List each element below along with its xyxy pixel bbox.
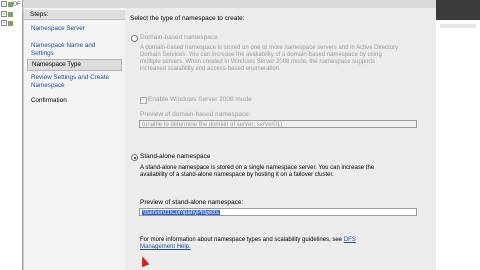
windows-2008-mode-label[interactable]: Enable Windows Server 2008 mode bbox=[148, 96, 252, 103]
step-namespace-name[interactable]: Namespace Name and Settings bbox=[27, 41, 122, 59]
actions-pane bbox=[436, 0, 480, 270]
console-tree: − DF + + bbox=[0, 0, 23, 270]
tree-label: DF bbox=[13, 1, 21, 8]
expand-icon[interactable]: + bbox=[1, 20, 7, 26]
step-namespace-server[interactable]: Namespace Server bbox=[27, 24, 122, 34]
dfs-help-link[interactable]: DFS bbox=[344, 237, 356, 243]
domain-preview-field: (unable to determine the domain of serve… bbox=[139, 120, 417, 128]
domain-based-label[interactable]: Domain-based namespace bbox=[140, 34, 218, 41]
step-namespace-type[interactable]: Namespace Type bbox=[27, 59, 122, 71]
windows-2008-mode-checkbox[interactable] bbox=[140, 97, 147, 104]
stand-alone-preview-field: \\server01\CompanyProjects bbox=[139, 208, 417, 216]
more-info-text: For more information about namespace typ… bbox=[140, 237, 356, 250]
folder-icon bbox=[8, 20, 13, 26]
step-review-settings[interactable]: Review Settings and Create Namespace bbox=[27, 73, 122, 91]
stand-alone-label[interactable]: Stand-alone namespace bbox=[140, 153, 210, 160]
steps-header: Steps: bbox=[24, 10, 125, 20]
domain-preview-label: Preview of domain-based namespace: bbox=[140, 111, 251, 118]
stand-alone-preview-value: \\server01\CompanyProjects bbox=[142, 210, 220, 216]
actions-header bbox=[436, 0, 480, 20]
stand-alone-radio[interactable] bbox=[131, 154, 138, 161]
domain-based-description: A domain-based namespace is stored on on… bbox=[140, 45, 399, 72]
tree-item-child[interactable]: + bbox=[1, 20, 21, 29]
folder-icon bbox=[8, 11, 13, 17]
expand-icon[interactable]: + bbox=[1, 11, 7, 17]
wizard-steps-pane: Steps: Namespace Server Namespace Name a… bbox=[24, 8, 125, 270]
management-help-link[interactable]: Management Help. bbox=[140, 244, 191, 250]
actions-item[interactable] bbox=[440, 24, 476, 28]
domain-based-radio[interactable] bbox=[131, 35, 138, 42]
tree-item-dfs[interactable]: − DF bbox=[1, 1, 21, 10]
namespace-type-prompt: Select the type of namespace to create: bbox=[130, 15, 245, 22]
step-confirmation: Confirmation bbox=[31, 97, 67, 104]
tree-item-child[interactable]: + bbox=[1, 11, 21, 20]
collapse-icon[interactable]: − bbox=[1, 1, 7, 7]
stand-alone-description: A stand-alone namespace is stored on a s… bbox=[140, 165, 375, 178]
stand-alone-preview-label: Preview of stand-alone namespace: bbox=[140, 199, 244, 206]
wizard-content: Select the type of namespace to create: … bbox=[125, 8, 436, 270]
